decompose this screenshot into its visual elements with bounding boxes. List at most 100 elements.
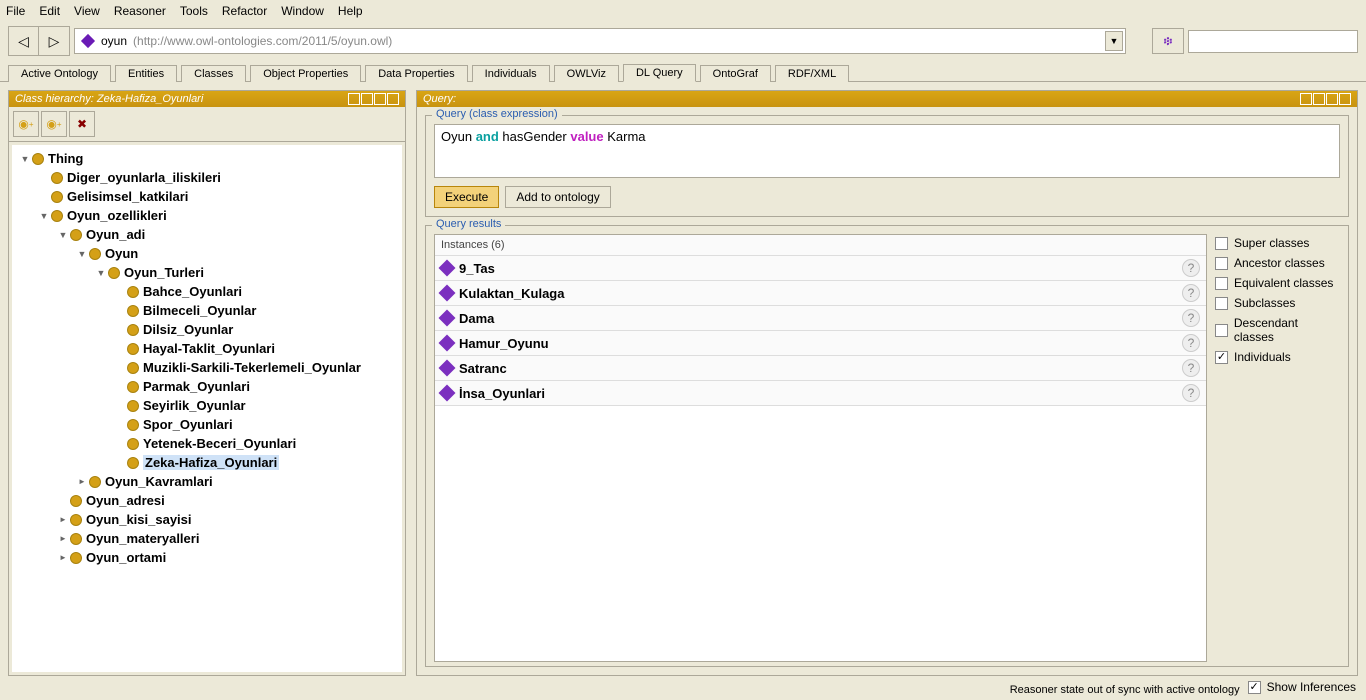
delete-class-button[interactable]: ✖ <box>69 111 95 137</box>
tab-active-ontology[interactable]: Active Ontology <box>8 65 111 82</box>
panel-btn-2[interactable] <box>361 93 373 105</box>
tree-node[interactable]: Diger_oyunlarla_iliskileri <box>18 168 402 187</box>
tab-dl-query[interactable]: DL Query <box>623 64 696 82</box>
tab-entities[interactable]: Entities <box>115 65 177 82</box>
help-icon[interactable]: ? <box>1182 284 1200 302</box>
tab-data-properties[interactable]: Data Properties <box>365 65 467 82</box>
query-results-box: Query results Instances (6) 9_Tas?Kulakt… <box>425 225 1349 667</box>
results-box-label: Query results <box>432 218 505 230</box>
add-to-ontology-button[interactable]: Add to ontology <box>505 186 610 208</box>
menu-file[interactable]: File <box>6 4 25 18</box>
tree-node-label: Oyun_Kavramlari <box>105 474 213 489</box>
query-expression-box: Query (class expression) Oyun and hasGen… <box>425 115 1349 217</box>
query-input[interactable]: Oyun and hasGender value Karma <box>434 124 1340 178</box>
checkbox-icon: ✓ <box>1248 681 1261 694</box>
panel-btn-3[interactable] <box>374 93 386 105</box>
tree-node[interactable]: Spor_Oyunlari <box>18 415 402 434</box>
tree-node-label: Oyun_materyalleri <box>86 531 199 546</box>
back-icon: ◁ <box>18 33 29 50</box>
query-buttons: Execute Add to ontology <box>434 186 1340 208</box>
tree-node[interactable]: Yetenek-Beceri_Oyunlari <box>18 434 402 453</box>
help-icon[interactable]: ? <box>1182 259 1200 277</box>
tree-node[interactable]: Gelisimsel_katkilari <box>18 187 402 206</box>
tree-toolbar: ◉+ ◉+ ✖ <box>9 107 405 142</box>
tab-individuals[interactable]: Individuals <box>472 65 550 82</box>
help-icon[interactable]: ? <box>1182 359 1200 377</box>
panel-btn-1[interactable] <box>348 93 360 105</box>
result-row[interactable]: Kulaktan_Kulaga? <box>435 281 1206 306</box>
filter-check-equivalent-classes[interactable]: Equivalent classes <box>1215 276 1340 290</box>
help-icon[interactable]: ? <box>1182 384 1200 402</box>
result-row[interactable]: Hamur_Oyunu? <box>435 331 1206 356</box>
filter-check-individuals[interactable]: ✓Individuals <box>1215 350 1340 364</box>
show-inferences-check[interactable]: ✓ Show Inferences <box>1248 680 1356 694</box>
tab-rdf/xml[interactable]: RDF/XML <box>775 65 849 82</box>
tree-node[interactable]: Oyun_Turleri <box>18 263 402 282</box>
tree-node[interactable]: Bilmeceli_Oyunlar <box>18 301 402 320</box>
help-icon[interactable]: ? <box>1182 309 1200 327</box>
panel-btn-1[interactable] <box>1300 93 1312 105</box>
add-sibling-button[interactable]: ◉+ <box>41 111 67 137</box>
menu-edit[interactable]: Edit <box>39 4 60 18</box>
result-label: Satranc <box>459 361 507 376</box>
tree-node[interactable]: Muzikli-Sarkili-Tekerlemeli_Oyunlar <box>18 358 402 377</box>
checkbox-icon: ✓ <box>1215 351 1228 364</box>
menu-help[interactable]: Help <box>338 4 363 18</box>
tree-node[interactable]: Seyirlik_Oyunlar <box>18 396 402 415</box>
tree-node[interactable]: Oyun_Kavramlari <box>18 472 402 491</box>
tree-node[interactable]: Zeka-Hafiza_Oyunlari <box>18 453 402 472</box>
panel-title: Class hierarchy: Zeka-Hafiza_Oyunlari <box>9 91 405 107</box>
tree-node[interactable]: Oyun_ortami <box>18 548 402 567</box>
forward-button[interactable]: ▷ <box>39 27 69 55</box>
panel-btn-4[interactable] <box>1339 93 1351 105</box>
tree-node[interactable]: Thing <box>18 149 402 168</box>
filter-check-subclasses[interactable]: Subclasses <box>1215 296 1340 310</box>
tree-node[interactable]: Bahce_Oyunlari <box>18 282 402 301</box>
menu-reasoner[interactable]: Reasoner <box>114 4 166 18</box>
panel-btn-4[interactable] <box>387 93 399 105</box>
result-row[interactable]: İnsa_Oyunlari? <box>435 381 1206 406</box>
tree-node[interactable]: Oyun_kisi_sayisi <box>18 510 402 529</box>
address-bar[interactable]: oyun (http://www.owl-ontologies.com/2011… <box>74 28 1126 54</box>
tab-object-properties[interactable]: Object Properties <box>250 65 361 82</box>
menu-view[interactable]: View <box>74 4 100 18</box>
menu-tools[interactable]: Tools <box>180 4 208 18</box>
search-button[interactable]: ፨ <box>1152 28 1184 54</box>
back-button[interactable]: ◁ <box>9 27 39 55</box>
filter-check-descendant-classes[interactable]: Descendant classes <box>1215 316 1340 344</box>
tree-node[interactable]: Parmak_Oyunlari <box>18 377 402 396</box>
tree-node[interactable]: Oyun_adresi <box>18 491 402 510</box>
menu-refactor[interactable]: Refactor <box>222 4 267 18</box>
checkbox-label: Ancestor classes <box>1234 256 1325 270</box>
class-icon <box>127 286 139 298</box>
status-bar: Reasoner state out of sync with active o… <box>1010 680 1356 700</box>
result-row[interactable]: Satranc? <box>435 356 1206 381</box>
tree-node[interactable]: Oyun_ozellikleri <box>18 206 402 225</box>
execute-button[interactable]: Execute <box>434 186 499 208</box>
help-icon[interactable]: ? <box>1182 334 1200 352</box>
result-list: Instances (6) 9_Tas?Kulaktan_Kulaga?Dama… <box>434 234 1207 662</box>
chevron-down-icon: ▼ <box>1110 36 1119 46</box>
tab-classes[interactable]: Classes <box>181 65 246 82</box>
filter-check-super-classes[interactable]: Super classes <box>1215 236 1340 250</box>
panel-btn-2[interactable] <box>1313 93 1325 105</box>
add-subclass-button[interactable]: ◉+ <box>13 111 39 137</box>
result-row[interactable]: 9_Tas? <box>435 256 1206 281</box>
tree-node-label: Thing <box>48 151 83 166</box>
class-tree[interactable]: Thing Diger_oyunlarla_iliskileriGelisimse… <box>11 144 403 673</box>
filter-check-ancestor-classes[interactable]: Ancestor classes <box>1215 256 1340 270</box>
result-row[interactable]: Dama? <box>435 306 1206 331</box>
tab-ontograf[interactable]: OntoGraf <box>700 65 771 82</box>
address-dropdown[interactable]: ▼ <box>1105 31 1123 51</box>
tree-node-label: Oyun_kisi_sayisi <box>86 512 192 527</box>
tab-owlviz[interactable]: OWLViz <box>554 65 619 82</box>
tree-node[interactable]: Dilsiz_Oyunlar <box>18 320 402 339</box>
tree-node[interactable]: Oyun_adi <box>18 225 402 244</box>
menu-window[interactable]: Window <box>281 4 324 18</box>
tree-node[interactable]: Oyun_materyalleri <box>18 529 402 548</box>
tree-node[interactable]: Oyun <box>18 244 402 263</box>
panel-btn-3[interactable] <box>1326 93 1338 105</box>
tree-node[interactable]: Hayal-Taklit_Oyunlari <box>18 339 402 358</box>
ontology-name: oyun <box>101 34 127 48</box>
search-input[interactable] <box>1188 30 1358 53</box>
